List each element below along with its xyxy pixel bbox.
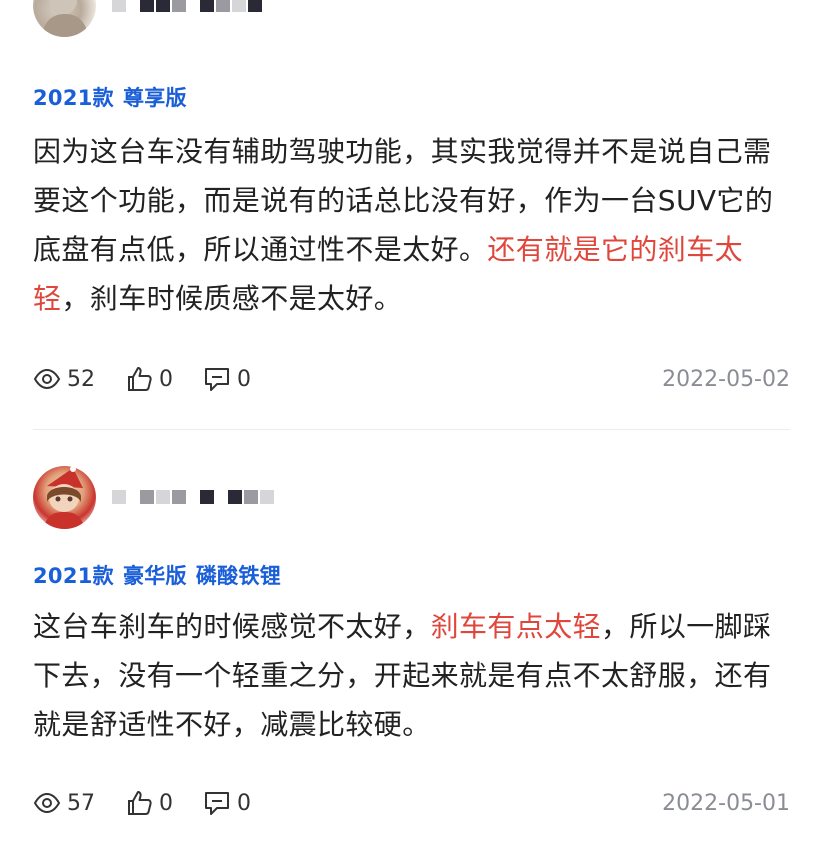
views-stat: 57 <box>33 789 95 817</box>
review-content[interactable]: 这台车刹车的时候感觉不太好，刹车有点太轻，所以一脚踩下去，没有一个轻重之分，开起… <box>33 602 793 749</box>
user-avatar[interactable] <box>33 0 96 37</box>
review-highlight: 刹车有点太轻 <box>430 610 602 643</box>
likes-count: 0 <box>159 366 173 392</box>
review-card: 2021款 豪华版 磷酸铁锂 这台车刹车的时候感觉不太好，刹车有点太轻，所以一脚… <box>0 466 822 816</box>
review-author[interactable] <box>0 466 822 552</box>
trim-tags: 2021款 尊享版 <box>33 82 187 112</box>
trim-tag-edition[interactable]: 尊享版 <box>123 82 187 112</box>
review-date: 2022-05-01 <box>662 790 790 816</box>
comment-icon <box>205 792 229 815</box>
review-date: 2022-05-02 <box>662 366 790 392</box>
review-author[interactable] <box>0 0 822 60</box>
review-text-tail: ，刹车时候质感不是太好。 <box>61 282 403 315</box>
trim-tags: 2021款 豪华版 磷酸铁锂 <box>33 560 281 590</box>
views-stat: 52 <box>33 365 95 393</box>
trim-tag-year[interactable]: 2021款 <box>33 560 114 590</box>
comments-count: 0 <box>237 790 251 816</box>
avatar-image <box>41 0 89 37</box>
like-button[interactable]: 0 <box>125 789 173 817</box>
review-text: 这台车刹车的时候感觉不太好， <box>33 610 431 643</box>
comment-button[interactable]: 0 <box>203 789 251 817</box>
views-count: 57 <box>67 790 95 816</box>
comment-button[interactable]: 0 <box>203 365 251 393</box>
eye-icon <box>33 368 61 390</box>
user-avatar[interactable] <box>33 466 96 529</box>
eye-icon <box>33 792 61 814</box>
avatar-image <box>43 466 85 529</box>
username-masked <box>112 484 274 510</box>
views-count: 52 <box>67 366 95 392</box>
trim-tag-edition[interactable]: 豪华版 <box>123 560 187 590</box>
comment-icon <box>205 368 229 391</box>
review-stats: 52 0 0 2022-05-02 <box>33 364 790 394</box>
like-button[interactable]: 0 <box>125 365 173 393</box>
thumbs-up-icon <box>128 791 152 815</box>
divider <box>33 429 790 430</box>
review-card: 2021款 尊享版 因为这台车没有辅助驾驶功能，其实我觉得并不是说自己需要这个功… <box>0 0 822 430</box>
review-stats: 57 0 0 2022-05-01 <box>33 788 790 818</box>
username-masked <box>112 0 262 18</box>
comments-count: 0 <box>237 366 251 392</box>
trim-tag-battery[interactable]: 磷酸铁锂 <box>196 560 281 590</box>
trim-tag-year[interactable]: 2021款 <box>33 82 114 112</box>
review-content[interactable]: 因为这台车没有辅助驾驶功能，其实我觉得并不是说自己需要这个功能，而是说有的话总比… <box>33 127 793 323</box>
thumbs-up-icon <box>128 367 152 391</box>
likes-count: 0 <box>159 790 173 816</box>
